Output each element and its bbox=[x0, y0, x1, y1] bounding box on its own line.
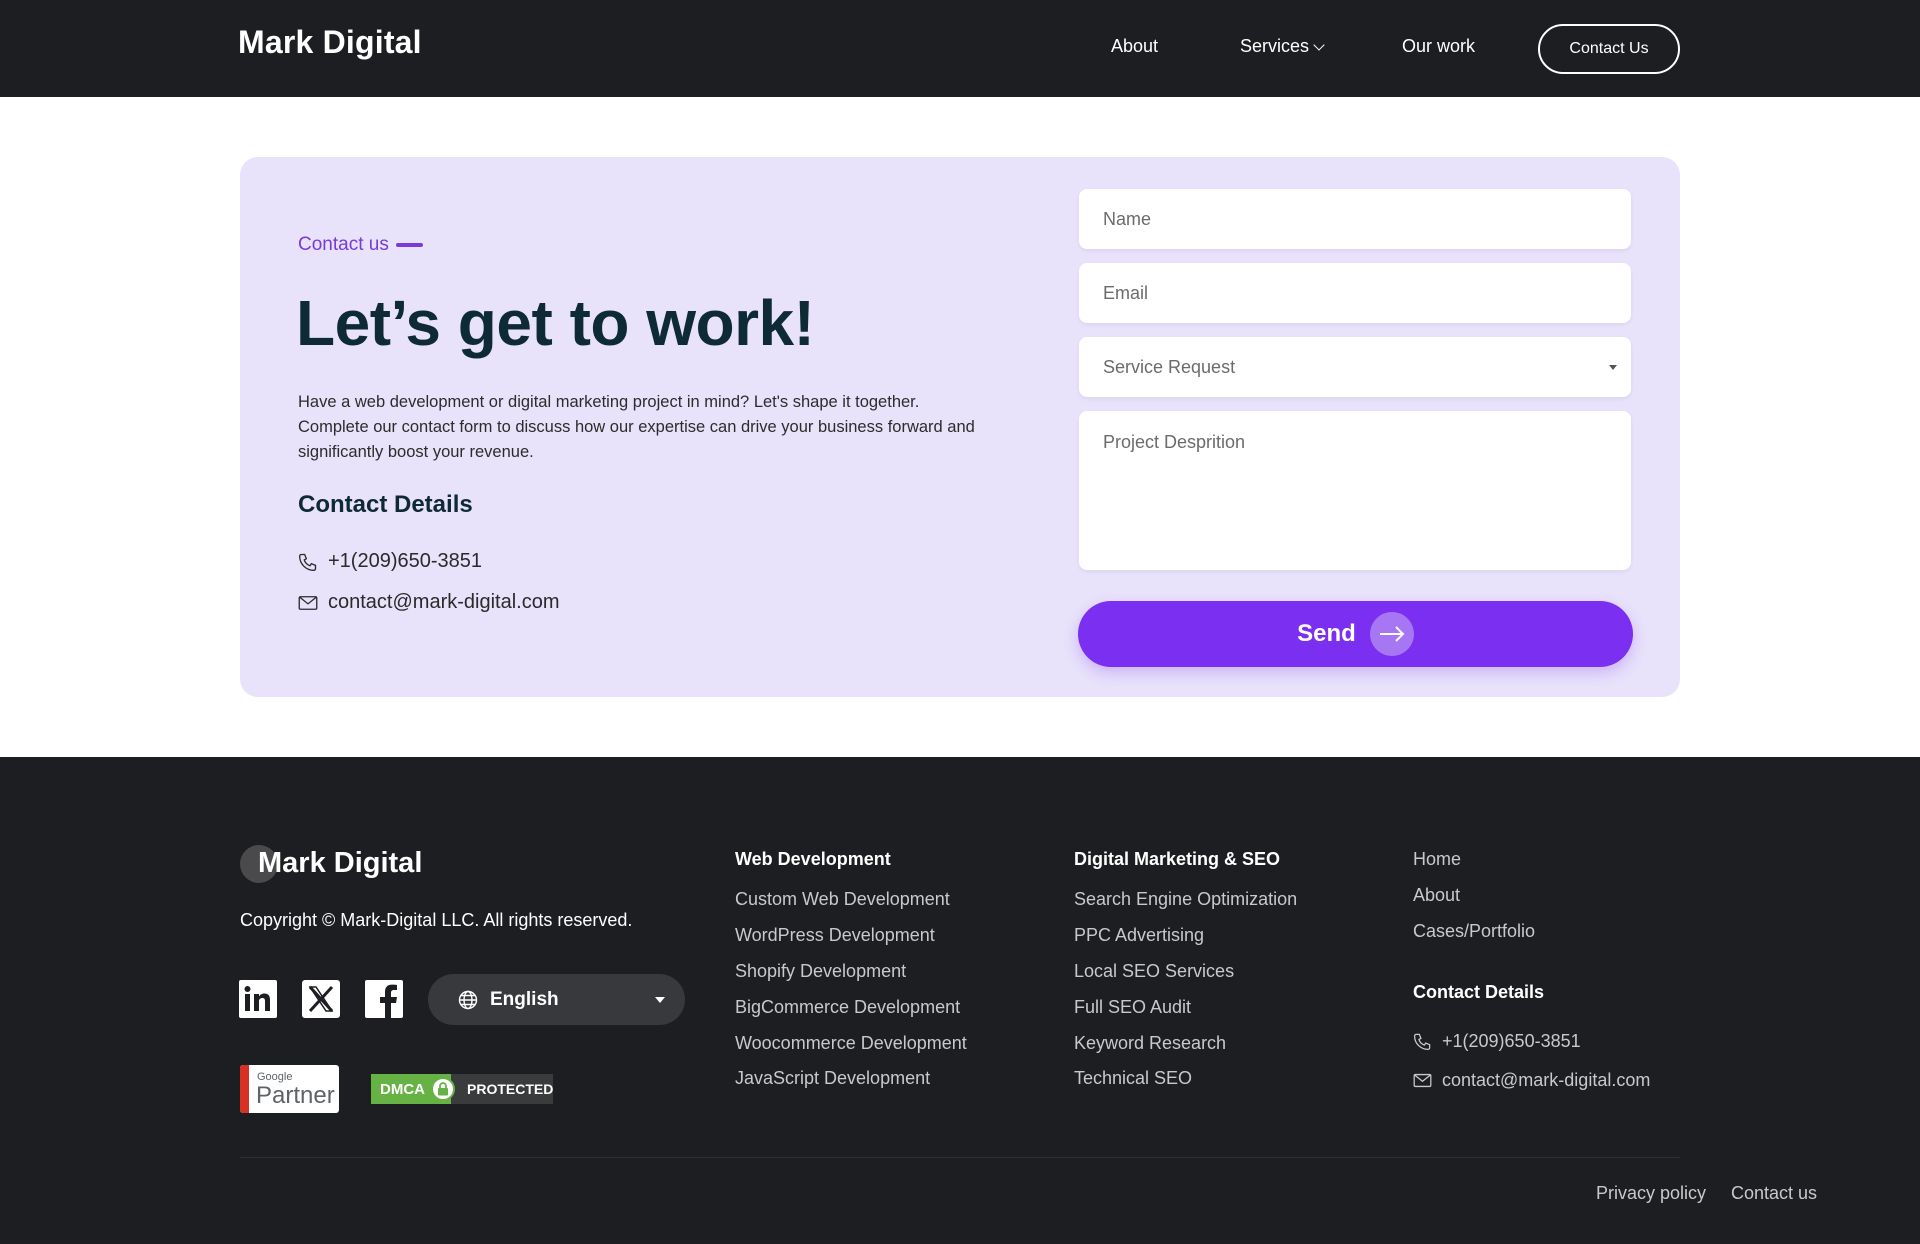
contact-us-button[interactable]: Contact Us bbox=[1538, 24, 1680, 74]
contact-email[interactable]: contact@mark-digital.com bbox=[298, 591, 559, 614]
caret-down-icon bbox=[655, 997, 665, 1003]
contact-phone[interactable]: +1(209)650-3851 bbox=[298, 550, 482, 573]
footer-link-bigcommerce-dev[interactable]: BigCommerce Development bbox=[735, 997, 960, 1018]
mail-icon bbox=[1413, 1073, 1432, 1088]
footer-link-javascript-dev[interactable]: JavaScript Development bbox=[735, 1068, 930, 1089]
nav-services[interactable]: Services bbox=[1240, 36, 1325, 57]
send-label: Send bbox=[1297, 620, 1356, 647]
contact-phone-text: +1(209)650-3851 bbox=[328, 550, 483, 572]
phone-icon bbox=[298, 553, 317, 571]
badge-stripe bbox=[240, 1065, 249, 1113]
footer-logo-text: Mark Digital bbox=[258, 847, 423, 879]
name-field[interactable]: Name bbox=[1079, 189, 1631, 249]
footer-link-technical-seo[interactable]: Technical SEO bbox=[1074, 1068, 1192, 1089]
footer-link-about[interactable]: About bbox=[1413, 885, 1460, 906]
footer-phone-text: +1(209)650-3851 bbox=[1442, 1031, 1581, 1051]
linkedin-icon[interactable] bbox=[239, 980, 277, 1018]
contact-details-title: Contact Details bbox=[298, 491, 473, 518]
footer-email[interactable]: contact@mark-digital.com bbox=[1413, 1070, 1650, 1091]
project-description-field[interactable]: Project Desprition bbox=[1079, 411, 1631, 570]
footer-marketing-title: Digital Marketing & SEO bbox=[1074, 849, 1281, 869]
footer-web-dev-title: Web Development bbox=[735, 849, 891, 869]
google-partner-badge[interactable]: Google Partner bbox=[240, 1065, 339, 1113]
footer-logo[interactable]: Mark Digital bbox=[240, 845, 423, 883]
contact-us-link[interactable]: Contact us bbox=[1731, 1183, 1817, 1204]
arrow-right-icon bbox=[1369, 612, 1414, 656]
chevron-down-icon bbox=[1313, 39, 1325, 51]
lock-icon bbox=[431, 1077, 455, 1101]
eyebrow-label: Contact us bbox=[298, 234, 389, 255]
footer-contact-title: Contact Details bbox=[1413, 982, 1545, 1002]
globe-icon bbox=[458, 990, 478, 1009]
eyebrow-dash bbox=[395, 243, 423, 247]
footer-divider bbox=[240, 1157, 1680, 1158]
footer-link-seo[interactable]: Search Engine Optimization bbox=[1074, 889, 1297, 910]
copyright: Copyright © Mark-Digital LLC. All rights… bbox=[240, 910, 633, 930]
contact-email-text: contact@mark-digital.com bbox=[328, 591, 560, 613]
logo[interactable]: Mark Digital bbox=[238, 24, 422, 61]
dmca-badge-right: PROTECTED bbox=[451, 1074, 553, 1104]
facebook-icon[interactable] bbox=[365, 980, 403, 1018]
nav-our-work[interactable]: Our work bbox=[1402, 36, 1475, 57]
footer-link-seo-audit[interactable]: Full SEO Audit bbox=[1074, 997, 1191, 1018]
mail-icon bbox=[298, 595, 318, 610]
language-select[interactable]: English bbox=[428, 974, 685, 1025]
nav-services-label: Services bbox=[1240, 36, 1310, 56]
footer-email-text: contact@mark-digital.com bbox=[1442, 1070, 1651, 1090]
footer-link-woocommerce-dev[interactable]: Woocommerce Development bbox=[735, 1033, 967, 1054]
footer-link-custom-web-dev[interactable]: Custom Web Development bbox=[735, 889, 950, 910]
footer-link-home[interactable]: Home bbox=[1413, 849, 1461, 870]
footer-phone[interactable]: +1(209)650-3851 bbox=[1413, 1031, 1581, 1052]
footer-link-wordpress-dev[interactable]: WordPress Development bbox=[735, 925, 935, 946]
phone-icon bbox=[1413, 1033, 1431, 1051]
language-label: English bbox=[490, 988, 559, 1010]
page-title: Let’s get to work! bbox=[296, 287, 815, 359]
google-badge-big-text: Partner bbox=[256, 1082, 335, 1109]
contact-eyebrow: Contact us bbox=[298, 234, 423, 256]
email-field[interactable]: Email bbox=[1079, 263, 1631, 323]
privacy-policy-link[interactable]: Privacy policy bbox=[1596, 1183, 1706, 1204]
footer-link-local-seo[interactable]: Local SEO Services bbox=[1074, 961, 1234, 982]
service-request-select[interactable]: Service Request bbox=[1079, 337, 1631, 397]
footer-link-shopify-dev[interactable]: Shopify Development bbox=[735, 961, 906, 982]
nav-about[interactable]: About bbox=[1111, 36, 1158, 57]
caret-down-icon bbox=[1609, 365, 1617, 370]
contact-description: Have a web development or digital market… bbox=[298, 393, 975, 461]
footer-link-ppc[interactable]: PPC Advertising bbox=[1074, 925, 1204, 946]
footer-link-keyword-research[interactable]: Keyword Research bbox=[1074, 1033, 1226, 1054]
send-button[interactable]: Send bbox=[1078, 601, 1633, 667]
service-request-placeholder: Service Request bbox=[1103, 357, 1236, 377]
x-twitter-icon[interactable] bbox=[302, 980, 340, 1018]
dmca-badge[interactable]: DMCA PROTECTED bbox=[371, 1074, 553, 1104]
footer-link-portfolio[interactable]: Cases/Portfolio bbox=[1413, 921, 1535, 942]
site-header: Mark Digital About Services Our work Con… bbox=[0, 0, 1920, 97]
